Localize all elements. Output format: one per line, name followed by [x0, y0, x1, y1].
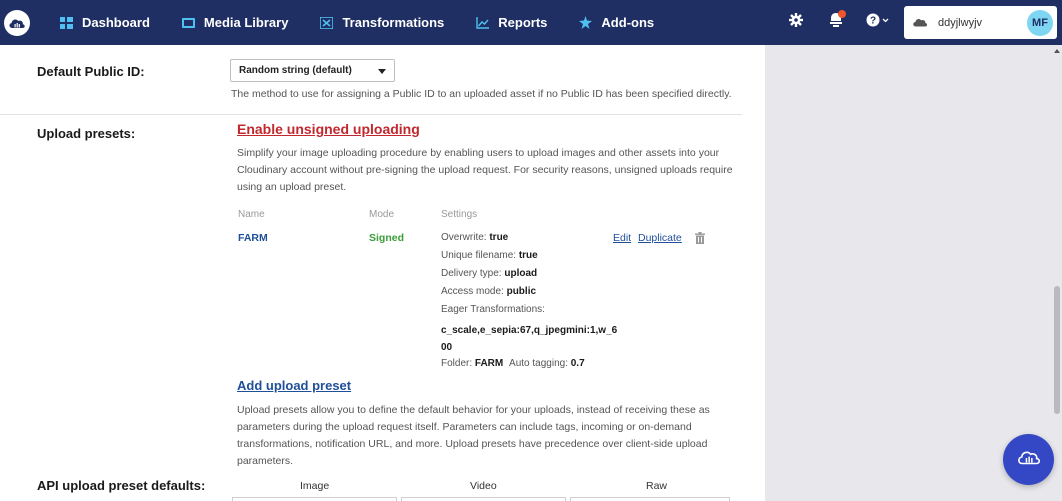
- addons-icon: [579, 16, 593, 29]
- upload-preset-help-line: Upload presets allow you to define the d…: [237, 404, 710, 416]
- unsigned-uploading-description-line: using an upload preset.: [237, 181, 347, 193]
- nav-label: Reports: [498, 15, 548, 30]
- setting-value: true: [518, 250, 538, 261]
- setting-label: Auto tagging:: [509, 358, 568, 369]
- enable-unsigned-uploading-link[interactable]: Enable unsigned uploading: [237, 121, 420, 137]
- api-default-image-select[interactable]: [232, 497, 397, 501]
- caret-down-icon: [378, 69, 386, 74]
- api-upload-preset-defaults-label: API upload preset defaults:: [37, 478, 206, 493]
- upload-preset-help-line: transformations, notification URL, and m…: [237, 438, 708, 450]
- column-header-name: Name: [238, 209, 265, 220]
- default-public-id-select[interactable]: Random string (default): [230, 59, 395, 82]
- upload-presets-label: Upload presets:: [37, 126, 136, 141]
- nav-label: Dashboard: [82, 15, 150, 30]
- cloud-logo-icon: [1017, 449, 1041, 470]
- scrollbar[interactable]: [1053, 45, 1062, 501]
- cloud-icon: [912, 14, 928, 32]
- setting-value: public: [506, 286, 537, 297]
- setting-value: true: [489, 232, 509, 243]
- unsigned-uploading-description-line: Cloudinary account without pre-signing t…: [237, 164, 733, 176]
- help-icon: ?: [866, 13, 890, 32]
- dashboard-icon: [60, 16, 73, 29]
- nav-label: Transformations: [342, 15, 445, 30]
- media-library-icon: [181, 17, 195, 28]
- setting-value: FARM: [474, 358, 504, 369]
- unsigned-uploading-description-line: Simplify your image uploading procedure …: [237, 147, 720, 159]
- select-value: Random string (default): [239, 65, 352, 76]
- preset-setting-unique-filename: Unique filename: true: [441, 250, 538, 261]
- setting-label: Delivery type:: [441, 268, 502, 279]
- trash-icon: [695, 231, 705, 248]
- setting-label: Access mode:: [441, 286, 504, 297]
- reports-icon: [476, 16, 490, 29]
- add-upload-preset-link[interactable]: Add upload preset: [237, 378, 351, 393]
- setting-value: 0.7: [570, 358, 585, 369]
- nav-item-reports[interactable]: Reports: [458, 0, 561, 45]
- setting-label: Unique filename:: [441, 250, 517, 261]
- main-nav: Dashboard Media Library Transformations …: [42, 0, 668, 45]
- preset-setting-access-mode: Access mode: public: [441, 286, 536, 297]
- avatar[interactable]: MF: [1027, 10, 1053, 36]
- nav-label: Media Library: [203, 15, 289, 30]
- top-navigation-bar: Dashboard Media Library Transformations …: [0, 0, 1062, 45]
- preset-delete-button[interactable]: [695, 231, 705, 249]
- preset-setting-eager-label: Eager Transformations:: [441, 304, 545, 315]
- api-default-raw-select[interactable]: [570, 497, 730, 501]
- preset-edit-link[interactable]: Edit: [613, 232, 631, 244]
- api-default-video-select[interactable]: [401, 497, 566, 501]
- cloudinary-assistant-button[interactable]: [1003, 434, 1054, 485]
- cloud-logo-icon: [4, 9, 30, 36]
- preset-setting-eager-value: c_scale,e_sepia:67,q_jpegmini:1,w_600: [441, 325, 618, 353]
- api-defaults-column-image: Image: [300, 480, 330, 492]
- svg-text:?: ?: [870, 16, 876, 27]
- help-menu-button[interactable]: ?: [856, 0, 900, 45]
- api-defaults-column-video: Video: [470, 480, 497, 492]
- preset-setting-overwrite: Overwrite: true: [441, 232, 508, 243]
- account-switcher[interactable]: ddyjlwyjv MF: [904, 6, 1057, 39]
- notifications-button[interactable]: [816, 0, 856, 45]
- nav-item-transformations[interactable]: Transformations: [302, 0, 458, 45]
- scroll-up-arrow-icon[interactable]: [1054, 49, 1060, 53]
- column-header-mode: Mode: [369, 209, 395, 220]
- api-defaults-column-raw: Raw: [646, 480, 668, 492]
- upload-preset-help-line: parameters during the upload request its…: [237, 421, 692, 433]
- default-public-id-label: Default Public ID:: [37, 64, 145, 79]
- preset-name: FARM: [238, 232, 268, 244]
- notification-dot: [838, 10, 846, 18]
- transformations-icon: [320, 16, 334, 29]
- preset-mode: Signed: [369, 232, 405, 244]
- account-name: ddyjlwyjv: [938, 16, 983, 29]
- column-header-settings: Settings: [441, 209, 478, 220]
- preset-setting-delivery-type: Delivery type: upload: [441, 268, 537, 279]
- right-side-panel: [765, 45, 1062, 501]
- default-public-id-help: The method to use for assigning a Public…: [231, 88, 732, 100]
- scrollbar-thumb[interactable]: [1054, 286, 1060, 414]
- upload-preset-help-line: parameters.: [237, 455, 294, 467]
- section-divider: [0, 114, 742, 115]
- nav-item-dashboard[interactable]: Dashboard: [42, 0, 164, 45]
- preset-setting-folder: Folder: FARM Auto tagging: 0.7: [441, 358, 585, 369]
- settings-button[interactable]: [776, 0, 816, 45]
- nav-label: Add-ons: [601, 15, 655, 30]
- setting-label: Folder:: [441, 358, 473, 369]
- setting-value: upload: [504, 268, 538, 279]
- nav-item-media-library[interactable]: Media Library: [164, 0, 303, 45]
- preset-duplicate-link[interactable]: Duplicate: [638, 232, 682, 244]
- setting-label: Overwrite:: [441, 232, 487, 243]
- cloudinary-logo[interactable]: [0, 0, 34, 45]
- nav-item-addons[interactable]: Add-ons: [561, 0, 668, 45]
- nav-right-tools: ?: [776, 0, 900, 45]
- gear-icon: [789, 13, 803, 32]
